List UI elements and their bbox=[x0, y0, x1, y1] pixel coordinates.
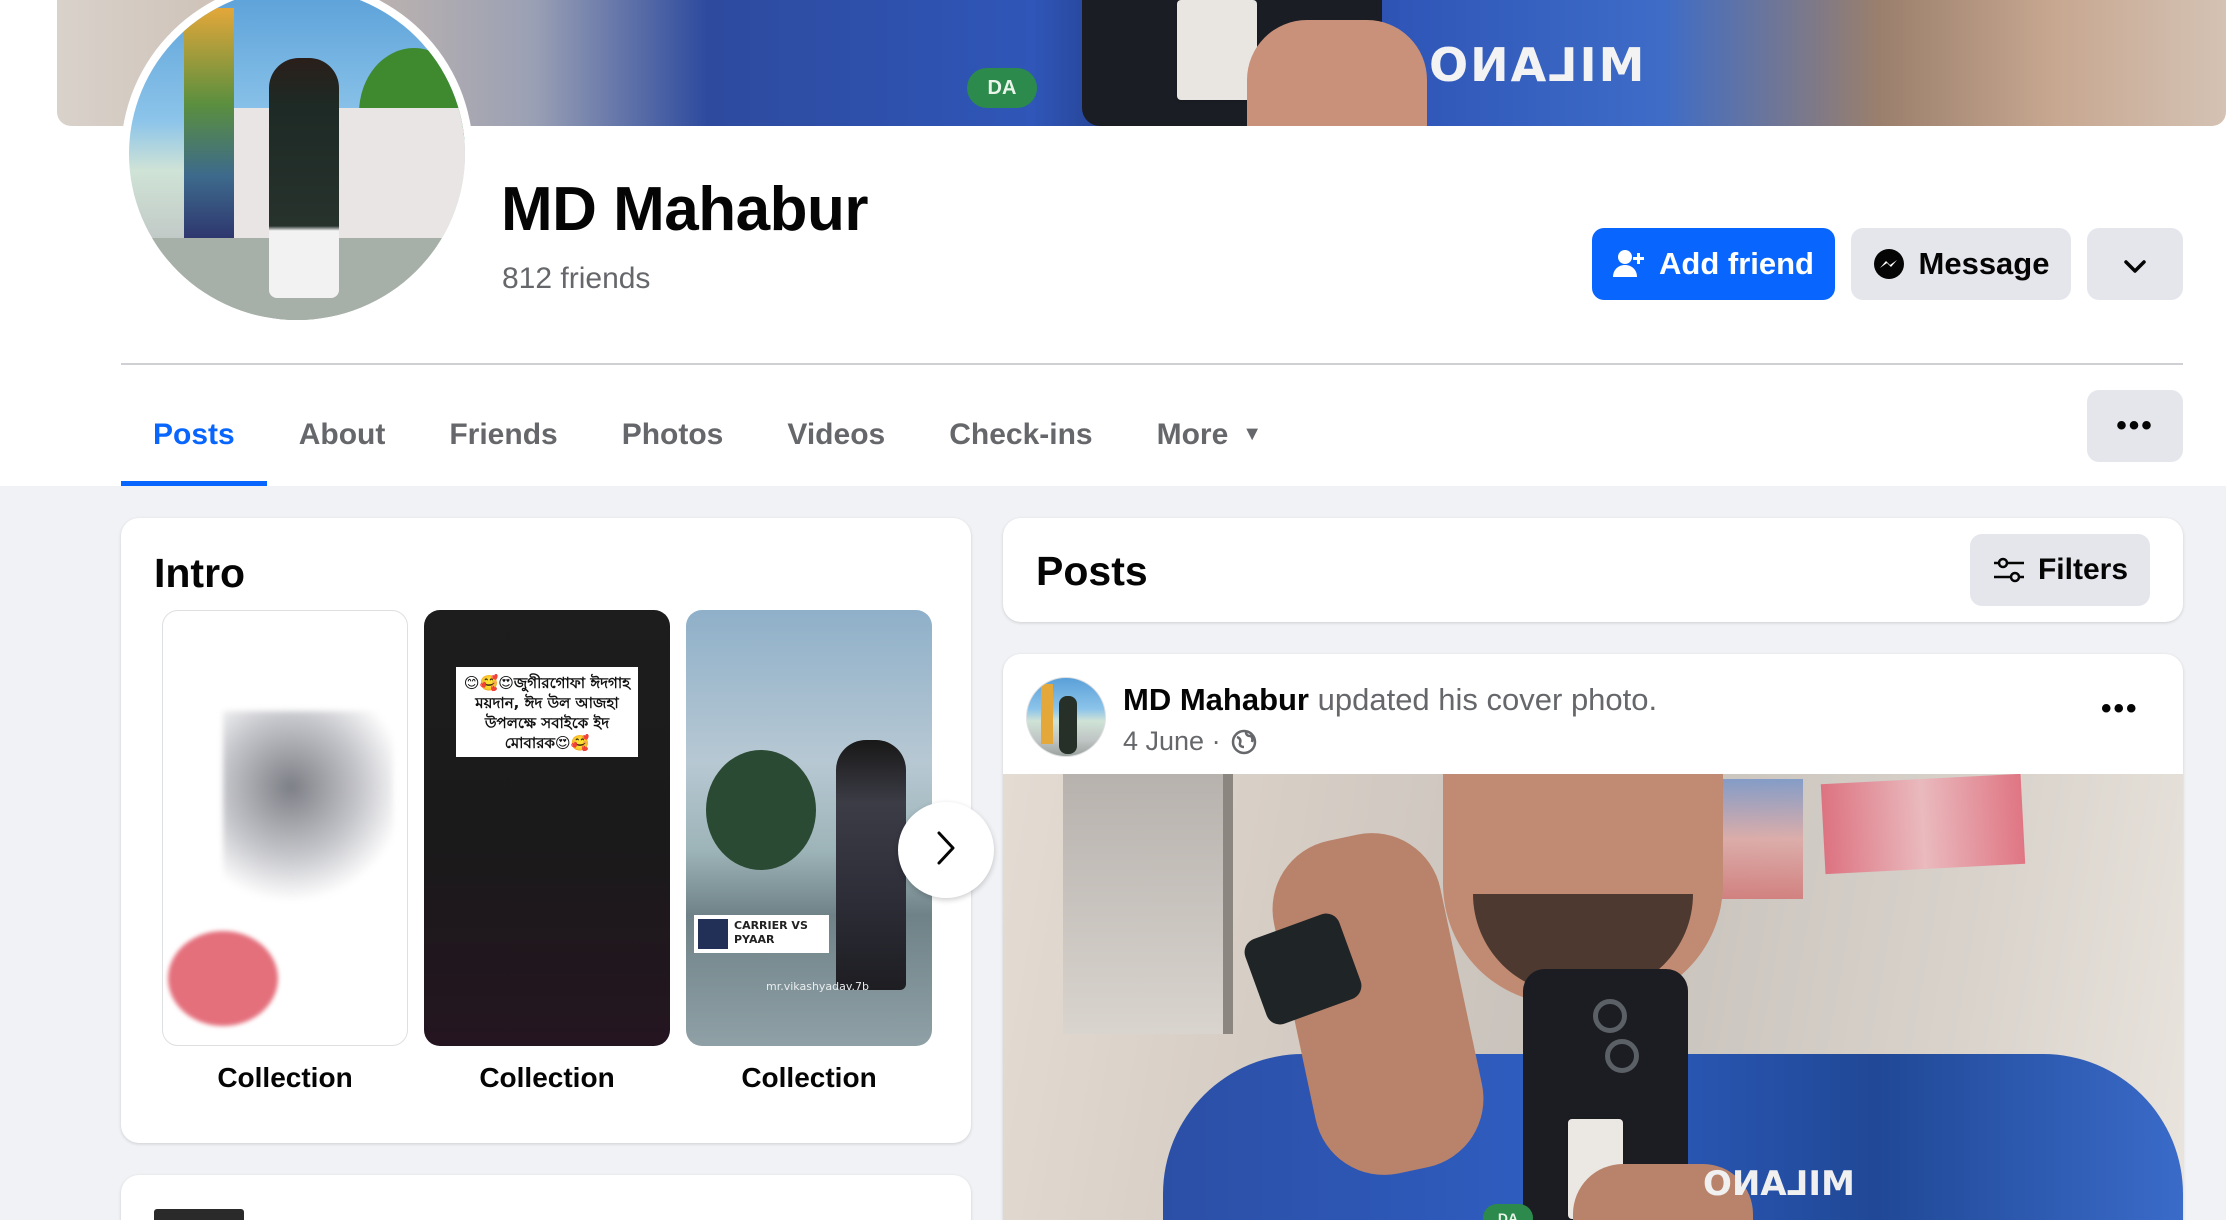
tab-check-ins[interactable]: Check-ins bbox=[917, 383, 1124, 486]
intro-card: Intro Collection 😊🥰😍জুগীরগোফা ঈদগাহ ময়দ… bbox=[121, 518, 994, 1143]
photos-card bbox=[121, 1175, 971, 1220]
collection-watermark: mr.vikashyadav.7b bbox=[766, 980, 870, 993]
post-image-badge: DA bbox=[1483, 1204, 1533, 1220]
collection-caption: Collection bbox=[741, 1062, 877, 1093]
post-action-text: updated his cover photo. bbox=[1309, 682, 1658, 717]
tab-videos[interactable]: Videos bbox=[755, 383, 917, 486]
collection-thumbnail: CARRIER VS PYAAR mr.vikashyadav.7b bbox=[686, 610, 932, 1046]
globe-icon bbox=[1231, 729, 1257, 755]
tab-more[interactable]: More ▼ bbox=[1125, 383, 1294, 486]
collection-item[interactable]: Collection bbox=[162, 610, 408, 1094]
filters-label: Filters bbox=[2037, 553, 2129, 586]
collections-next-button[interactable] bbox=[898, 802, 994, 898]
posts-header-card: Posts Filters bbox=[1003, 518, 2183, 622]
collection-item[interactable]: CARRIER VS PYAAR mr.vikashyadav.7b Colle… bbox=[686, 610, 932, 1094]
profile-name: MD Mahabur bbox=[501, 175, 869, 244]
profile-more-button[interactable] bbox=[2087, 228, 2183, 300]
collection-thumbnail bbox=[162, 610, 408, 1046]
collection-caption: Collection bbox=[217, 1062, 353, 1093]
post-author-name[interactable]: MD Mahabur bbox=[1123, 682, 1309, 717]
post-header-text: MD Mahabur updated his cover photo. bbox=[1123, 682, 1657, 718]
intro-title: Intro bbox=[154, 550, 246, 596]
add-friend-label: Add friend bbox=[1659, 246, 1814, 281]
post-date[interactable]: 4 June · bbox=[1123, 726, 1221, 757]
messenger-icon bbox=[1873, 248, 1905, 280]
collection-caption: Collection bbox=[479, 1062, 615, 1093]
profile-tabs: Posts About Friends Photos Videos Check-… bbox=[121, 383, 1294, 486]
friends-count[interactable]: 812 friends bbox=[502, 262, 650, 296]
chevron-down-icon bbox=[2124, 246, 2146, 282]
caret-down-icon: ▼ bbox=[1242, 423, 1263, 445]
add-friend-button[interactable]: Add friend bbox=[1592, 228, 1835, 300]
tab-friends[interactable]: Friends bbox=[417, 383, 589, 486]
header-divider bbox=[121, 363, 2183, 365]
cover-shirt-logo: MILANO bbox=[1427, 38, 1645, 92]
add-person-icon bbox=[1613, 249, 1645, 279]
profile-picture-image bbox=[129, 0, 465, 320]
sliders-icon bbox=[1992, 556, 2026, 584]
tab-photos[interactable]: Photos bbox=[590, 383, 756, 486]
post-image-shirt-logo: MILANO bbox=[1703, 1164, 1855, 1204]
message-label: Message bbox=[1918, 246, 2050, 281]
posts-title: Posts bbox=[1036, 548, 1148, 594]
post-menu-button[interactable]: ••• bbox=[2101, 692, 2139, 726]
photos-card-title-clipped bbox=[154, 1209, 244, 1220]
cover-badge: DA bbox=[967, 68, 1037, 108]
collection-thumbnail: 😊🥰😍জুগীরগোফা ঈদগাহ ময়দান, ঈদ উল আজহা উপ… bbox=[424, 610, 670, 1046]
tab-about[interactable]: About bbox=[267, 383, 418, 486]
post-card: MD Mahabur updated his cover photo. 4 Ju… bbox=[1003, 654, 2183, 1220]
post-author-avatar[interactable] bbox=[1026, 677, 1106, 757]
tabs-overflow-button[interactable]: ••• bbox=[2087, 390, 2183, 462]
chevron-right-icon bbox=[936, 830, 956, 871]
message-button[interactable]: Message bbox=[1851, 228, 2071, 300]
post-meta: 4 June · bbox=[1123, 726, 1257, 757]
tab-posts[interactable]: Posts bbox=[121, 383, 267, 486]
post-cover-photo[interactable]: DA MILANO bbox=[1003, 774, 2183, 1220]
profile-picture[interactable] bbox=[121, 0, 473, 328]
cover-hand bbox=[1247, 20, 1427, 126]
collection-overlay-label: CARRIER VS PYAAR bbox=[694, 915, 829, 953]
collection-overlay-text: 😊🥰😍জুগীরগোফা ঈদগাহ ময়দান, ঈদ উল আজহা উপ… bbox=[456, 667, 638, 757]
filters-button[interactable]: Filters bbox=[1970, 534, 2150, 606]
collection-item[interactable]: 😊🥰😍জুগীরগোফা ঈদগাহ ময়দান, ঈদ উল আজহা উপ… bbox=[424, 610, 670, 1094]
